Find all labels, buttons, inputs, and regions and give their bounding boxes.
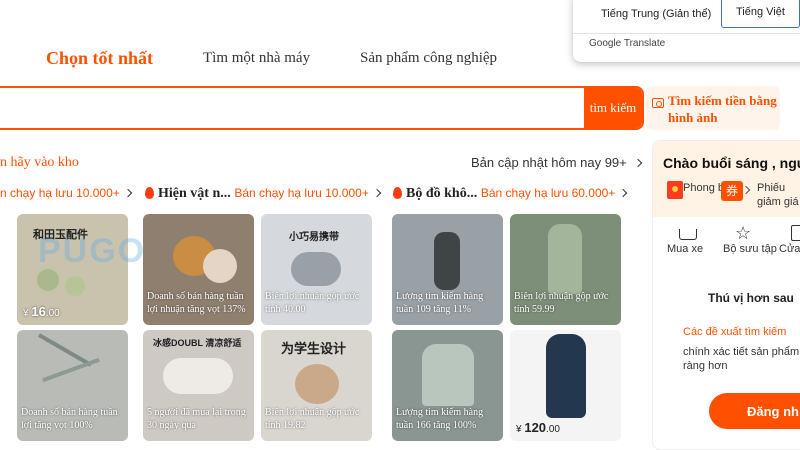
update-link[interactable]: Bản cập nhật hôm nay 99+ bbox=[471, 155, 643, 170]
update-text: Bản cập nhật hôm nay 99+ bbox=[471, 155, 627, 170]
search-recommend-text: Các đề xuất tìm kiếm bbox=[683, 326, 787, 338]
category-tabs: Chọn tốt nhất Tìm một nhà máy Sản phẩm c… bbox=[0, 40, 640, 84]
search-recommend-detail: chính xác tiết sản phẩm rõ ràng hơn bbox=[683, 346, 800, 372]
product-caption: 小巧易携带 bbox=[289, 232, 339, 243]
coupon-icon[interactable]: 券 bbox=[721, 181, 743, 201]
segment-stat: Bán chạy hạ lưu 10.000+ bbox=[234, 186, 369, 200]
product-card[interactable]: 冰感DOUBL 清凉舒适 5 người đã mua lại trong 30… bbox=[143, 330, 254, 441]
star-icon: ☆ bbox=[735, 223, 752, 243]
user-panel: Chào buổi sáng , người Phong bì đỏ 券 Phi… bbox=[652, 140, 800, 450]
product-caption: 为学生设计 bbox=[281, 341, 347, 356]
product-image bbox=[434, 232, 460, 290]
flame-icon bbox=[145, 187, 154, 199]
product-stat-line2: tuần 109 tăng 11% bbox=[396, 304, 471, 315]
chevron-right-icon bbox=[633, 158, 643, 168]
product-stat-line2: tính 40.00 bbox=[265, 304, 306, 315]
shortcut-store[interactable]: Cửa h bbox=[779, 219, 800, 267]
product-stat-line2: lợi tăng vọt 100% bbox=[21, 420, 93, 431]
coupon-label[interactable]: Phiếu giảm giá bbox=[757, 181, 800, 209]
segment-stat: Bán chạy hạ lưu 60.000+ bbox=[480, 186, 616, 200]
camera-icon bbox=[652, 98, 664, 108]
store-icon bbox=[791, 225, 800, 241]
search-bar: tìm kiếm bbox=[0, 86, 644, 130]
segment-title: Hiện vật n... bbox=[158, 186, 231, 201]
product-card[interactable]: Lượng tìm kiếm hàng tuần 109 tăng 11% bbox=[392, 214, 503, 325]
product-card[interactable]: 小巧易携带 Biên lợi nhuận gộp ước tính 40.00 bbox=[261, 214, 372, 325]
segment-header-3[interactable]: Bộ đồ khô... Bán chạy hạ lưu 60.000+ bbox=[393, 185, 628, 202]
shortcut-label: Bộ sưu tập bbox=[723, 243, 777, 255]
image-search-button[interactable]: Tìm kiếm tiền bằng hình ảnh bbox=[646, 86, 780, 130]
product-image bbox=[203, 249, 237, 283]
product-card[interactable]: Doanh số bán hàng tuần lợi nhuận tăng vọ… bbox=[143, 214, 254, 325]
product-stat-line1: Lượng tìm kiếm hàng bbox=[396, 291, 484, 302]
segment-header-2[interactable]: Hiện vật n... Bán chạy hạ lưu 10.000+ bbox=[145, 185, 382, 202]
product-stat-line1: Lượng tìm kiếm hàng bbox=[396, 407, 484, 418]
product-stat-line2: tuần 166 tăng 100% bbox=[396, 420, 477, 431]
shortcut-label: Cửa h bbox=[779, 243, 800, 255]
product-image bbox=[42, 357, 100, 383]
product-stat-line2: tính 59.99 bbox=[514, 304, 555, 315]
chevron-right-icon bbox=[619, 188, 628, 198]
product-caption: 冰感DOUBL 清凉舒适 bbox=[153, 338, 242, 348]
product-price: ¥ 120.00 bbox=[516, 420, 560, 435]
chevron-right-icon bbox=[123, 188, 133, 198]
image-search-label: Tìm kiếm tiền bằng hình ảnh bbox=[668, 93, 777, 125]
product-image bbox=[422, 344, 474, 406]
tab-best-picks[interactable]: Chọn tốt nhất bbox=[46, 48, 153, 69]
product-stat-line1: Biên lợi nhuận gộp ước bbox=[514, 291, 609, 302]
segment-title: Bộ đồ khô... bbox=[406, 186, 478, 201]
product-card[interactable]: 为学生设计 Biên lợi nhuận gộp ước tính 19.82 bbox=[261, 330, 372, 441]
product-image bbox=[548, 224, 582, 294]
translate-source-language[interactable]: Tiếng Trung (Giản thể) bbox=[601, 0, 711, 30]
product-image bbox=[38, 333, 92, 367]
search-input[interactable] bbox=[0, 88, 583, 128]
translate-divider bbox=[573, 33, 800, 34]
product-image bbox=[295, 364, 339, 404]
tab-industrial-products[interactable]: Sản phẩm công nghiệp bbox=[360, 50, 497, 67]
product-stat-line2: 30 ngày qua bbox=[147, 420, 196, 431]
chevron-right-icon bbox=[372, 188, 382, 198]
product-card[interactable]: Biên lợi nhuận gộp ước tính 59.99 bbox=[510, 214, 621, 325]
segment-header-1[interactable]: n chạy hạ lưu 10.000+ bbox=[0, 185, 133, 200]
panel-promo-title: Thú vị hơn sau bbox=[708, 291, 794, 305]
tab-find-factory[interactable]: Tìm một nhà máy bbox=[203, 50, 310, 67]
product-card[interactable]: ¥ 120.00 bbox=[510, 330, 621, 441]
translate-target-language[interactable]: Tiếng Việt bbox=[721, 0, 800, 28]
product-image bbox=[291, 252, 341, 286]
cart-icon bbox=[679, 229, 697, 240]
product-image bbox=[37, 269, 59, 291]
section-hint: n hãy vào kho bbox=[0, 155, 79, 170]
greeting: Chào buổi sáng , người bbox=[663, 155, 800, 171]
product-stat-line1: Doanh số bán hàng tuần bbox=[21, 407, 118, 418]
product-price: ¥ 16.00 bbox=[23, 304, 60, 319]
login-button[interactable]: Đăng nh bbox=[709, 393, 800, 429]
product-stat-line2: lợi nhuận tăng vọt 137% bbox=[147, 304, 246, 315]
product-card[interactable]: Doanh số bán hàng tuần lợi tăng vọt 100% bbox=[17, 330, 128, 441]
product-stat-line1: Biên lợi nhuận gộp ước bbox=[265, 407, 360, 418]
flame-icon bbox=[393, 187, 402, 199]
product-stat-line2: tính 19.82 bbox=[265, 420, 306, 431]
product-image bbox=[163, 358, 233, 394]
shortcut-favorites[interactable]: ☆ Bộ sưu tập bbox=[723, 219, 777, 267]
product-image bbox=[546, 334, 586, 418]
product-stat-line1: Doanh số bán hàng tuần bbox=[147, 291, 244, 302]
segment-stat: n chạy hạ lưu 10.000+ bbox=[0, 186, 120, 200]
red-packet-icon[interactable] bbox=[667, 181, 683, 199]
search-button[interactable]: tìm kiếm bbox=[584, 88, 642, 128]
product-stat-line1: Biên lợi nhuận gộp ước bbox=[265, 291, 360, 302]
product-card[interactable]: Lượng tìm kiếm hàng tuần 166 tăng 100% bbox=[392, 330, 503, 441]
shortcut-label: Mua xe bbox=[667, 243, 704, 255]
product-stat-line1: 5 người đã mua lại trong bbox=[147, 407, 246, 418]
watermark: PUGO bbox=[38, 232, 147, 270]
product-image bbox=[65, 276, 85, 296]
shortcut-cart[interactable]: Mua xe bbox=[667, 219, 717, 267]
